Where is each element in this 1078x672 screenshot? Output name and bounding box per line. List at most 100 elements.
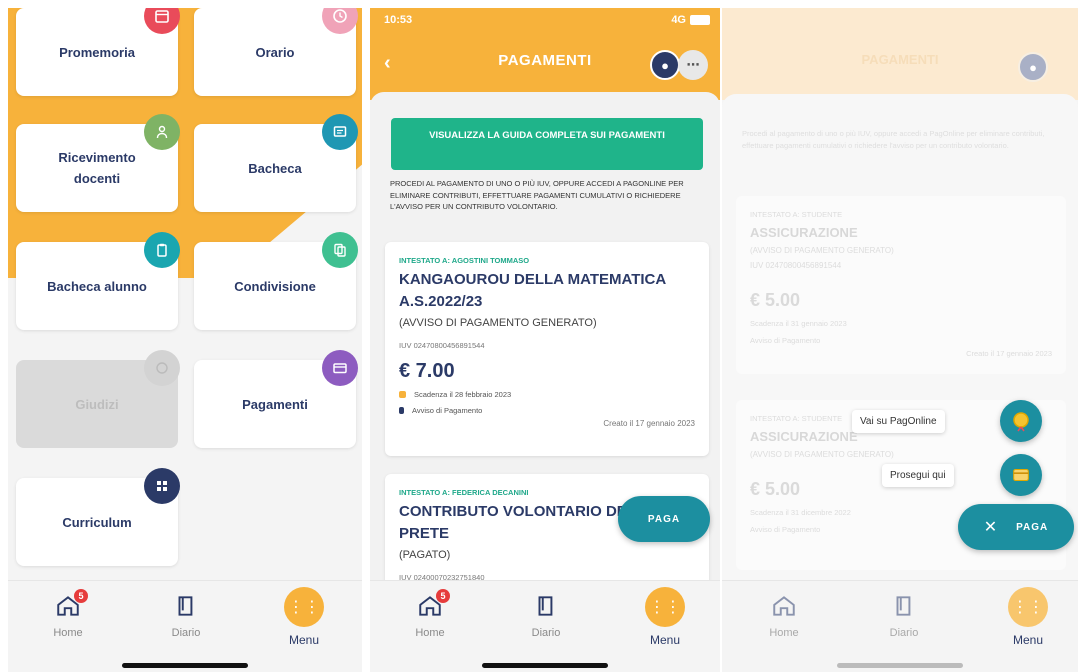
book-icon <box>896 596 911 616</box>
payments-screen: 10:53 4G ‹ PAGAMENTI ● ⋯ VISUALIZZA LA G… <box>370 8 720 672</box>
continue-here-option-label[interactable]: Prosegui qui <box>882 464 954 487</box>
tab-menu[interactable]: ⋮⋮ Menu <box>988 587 1068 647</box>
tile-condivisione[interactable]: Condivisione <box>194 232 358 330</box>
tile-label: Curriculum <box>62 514 132 530</box>
payment-status: (AVVISO DI PAGAMENTO GENERATO) <box>750 246 894 255</box>
tile-giudizi: Giudizi <box>16 350 180 448</box>
tab-label: Menu <box>288 633 320 647</box>
close-icon: ✕ <box>983 519 999 536</box>
home-icon <box>773 596 795 616</box>
payment-due: Scadenza il 31 gennaio 2023 <box>750 319 847 328</box>
tab-diario[interactable]: Diario <box>864 593 944 639</box>
share-icon <box>322 232 358 268</box>
payment-kind: Avviso di Pagamento <box>750 336 821 345</box>
menu-grid-icon: ⋮⋮ <box>645 587 685 627</box>
header: PAGAMENTI ● <box>722 8 1078 100</box>
payment-kind: Avviso di Pagamento <box>412 406 483 415</box>
battery-icon <box>690 15 710 26</box>
grid-icon <box>144 468 180 504</box>
status-bar: 10:53 4G <box>384 14 710 28</box>
header: 10:53 4G ‹ PAGAMENTI ● ⋯ <box>370 8 720 100</box>
board-icon <box>322 114 358 150</box>
screenshot-collage: Promemoria Orario Ricevimento docenti Ba… <box>0 0 1078 672</box>
tile-pagamenti[interactable]: Pagamenti <box>194 350 358 448</box>
guide-button[interactable]: VISUALIZZA LA GUIDA COMPLETA SUI PAGAMEN… <box>391 118 703 170</box>
pay-fab-button[interactable]: PAGA <box>618 496 710 542</box>
tab-home[interactable]: 5 Home <box>28 589 108 639</box>
pagonline-option-label[interactable]: Vai su PagOnline <box>852 410 945 433</box>
tab-label: Diario <box>531 627 561 639</box>
payment-status: (AVVISO DI PAGAMENTO GENERATO) <box>399 317 597 329</box>
payment-title: KANGAOUROU DELLA MATEMATICA A.S.2022/23 <box>399 271 666 310</box>
payment-owner: INTESTATO A: STUDENTE <box>750 210 843 219</box>
tile-label: Ricevimento docenti <box>58 150 136 186</box>
tile-label: Giudizi <box>75 396 119 412</box>
book-icon <box>178 596 193 616</box>
payment-created: Creato il 17 gennaio 2023 <box>966 349 1052 358</box>
tile-bacheca[interactable]: Bacheca <box>194 114 358 212</box>
network-label: 4G <box>671 14 686 26</box>
payment-status: (AVVISO DI PAGAMENTO GENERATO) <box>750 450 894 459</box>
tab-label: Menu <box>1012 633 1044 647</box>
tile-ricevimento-docenti[interactable]: Ricevimento docenti <box>16 114 180 212</box>
payments-options-screen: PAGAMENTI ● Procedi al pagamento di uno … <box>722 8 1078 672</box>
home-indicator <box>837 663 963 668</box>
tab-label: Diario <box>171 627 201 639</box>
user-avatar-icon[interactable]: ● <box>1018 52 1048 82</box>
teacher-icon <box>144 114 180 150</box>
tab-label: Menu <box>649 633 681 647</box>
user-avatar-icon[interactable]: ● <box>650 50 680 80</box>
menu-screen: Promemoria Orario Ricevimento docenti Ba… <box>8 8 362 672</box>
tile-curriculum[interactable]: Curriculum <box>16 468 180 566</box>
tab-label: Home <box>415 627 445 639</box>
tab-menu[interactable]: ⋮⋮ Menu <box>264 587 344 647</box>
document-icon <box>399 407 404 414</box>
home-notification-badge: 5 <box>436 589 450 603</box>
due-date-icon <box>399 391 406 398</box>
tile-promemoria[interactable]: Promemoria <box>16 8 180 96</box>
home-indicator <box>482 663 608 668</box>
fab-label: PAGA <box>1016 521 1049 533</box>
payment-due: Scadenza il 28 febbraio 2023 <box>414 390 512 399</box>
payment-amount: € 5.00 <box>750 290 801 310</box>
payment-title: ASSICURAZIONE <box>750 225 858 240</box>
tab-diario[interactable]: Diario <box>506 593 586 639</box>
menu-grid-icon: ⋮⋮ <box>284 587 324 627</box>
tab-diario[interactable]: Diario <box>146 593 226 639</box>
intro-text: PROCEDI AL PAGAMENTO DI UNO O PIÙ IUV, O… <box>390 179 684 211</box>
payment-due-row: Scadenza il 28 febbraio 2023 <box>399 390 695 399</box>
payment-kind-row: Avviso di Pagamento <box>399 406 695 415</box>
tile-label: Bacheca alunno <box>47 278 147 294</box>
payment-iuv: IUV 02470800456891544 <box>399 341 485 350</box>
payment-iuv: IUV 02470800456891544 <box>750 261 842 270</box>
tab-label: Diario <box>889 627 919 639</box>
continue-here-option-button[interactable] <box>1000 454 1042 496</box>
tab-menu[interactable]: ⋮⋮ Menu <box>625 587 705 647</box>
tile-label: Pagamenti <box>242 396 308 412</box>
pagonline-option-button[interactable] <box>1000 400 1042 442</box>
payment-owner: INTESTATO A: AGOSTINI TOMMASO <box>399 256 530 265</box>
more-options-icon[interactable]: ⋯ <box>678 50 708 80</box>
tab-label: Home <box>769 627 799 639</box>
tab-home[interactable]: Home <box>744 593 824 639</box>
home-indicator <box>122 663 248 668</box>
tile-label: Bacheca <box>248 160 302 176</box>
payment-created: Creato il 17 gennaio 2023 <box>603 419 695 428</box>
payment-amount: € 7.00 <box>399 360 455 382</box>
tile-label: Orario <box>255 44 295 60</box>
tile-orario[interactable]: Orario <box>194 8 358 96</box>
tile-label: Promemoria <box>59 44 135 60</box>
intro-text: Procedi al pagamento di uno o più IUV, o… <box>742 129 1045 150</box>
clock-icon <box>322 8 358 34</box>
bottom-tabbar: 5 Home Diario ⋮⋮ Menu <box>8 580 362 672</box>
payment-card[interactable]: INTESTATO A: AGOSTINI TOMMASO KANGAOUROU… <box>385 242 709 456</box>
status-indicators: 4G <box>671 14 710 26</box>
card-icon <box>1013 468 1029 482</box>
tile-bacheca-alunno[interactable]: Bacheca alunno <box>16 232 180 330</box>
pay-fab-button[interactable]: ✕ PAGA <box>958 504 1074 550</box>
payment-title: CONTRIBUTO VOLONTARIO DE PRETE <box>399 503 627 542</box>
tab-home[interactable]: 5 Home <box>390 589 470 639</box>
home-notification-badge: 5 <box>74 589 88 603</box>
status-time: 10:53 <box>384 14 413 26</box>
payment-card[interactable]: INTESTATO A: STUDENTE ASSICURAZIONE (AVV… <box>736 196 1066 374</box>
